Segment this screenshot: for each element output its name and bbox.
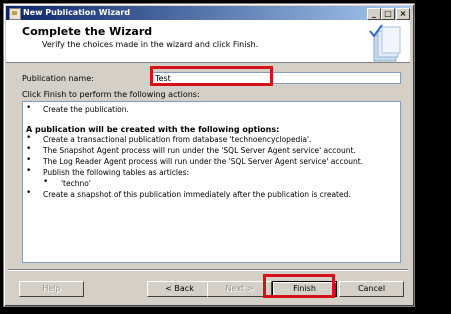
summary-option: Create a transactional publication from … [43, 135, 312, 144]
bullet-icon: • [26, 133, 32, 143]
wizard-window: New Publication Wizard _ □ × Complete th… [3, 3, 415, 307]
page-title: Complete the Wizard [22, 25, 153, 38]
highlight-publication-name [150, 66, 273, 86]
help-button[interactable]: Help [19, 281, 84, 297]
summary-option: The Snapshot Agent process will run unde… [43, 146, 356, 155]
window-title: New Publication Wizard [23, 8, 131, 17]
bullet-icon: • [26, 155, 32, 165]
back-button[interactable]: < Back [147, 281, 212, 297]
bullet-icon: • [26, 166, 32, 176]
bullet-icon: • [43, 177, 49, 187]
bullet-icon: • [26, 144, 32, 154]
summary-option: Create a snapshot of this publication im… [43, 190, 351, 199]
page-subtitle: Verify the choices made in the wizard an… [42, 40, 259, 49]
summary-suboption: 'techno' [61, 179, 91, 188]
wizard-header: Complete the Wizard Verify the choices m… [6, 20, 410, 63]
bullet-icon: • [26, 188, 32, 198]
minimize-button[interactable]: _ [367, 8, 381, 20]
wizard-graphic-icon [369, 24, 401, 62]
actions-label: Click Finish to perform the following ac… [22, 90, 200, 99]
summary-heading: A publication will be created with the f… [26, 125, 280, 134]
summary-option: Publish the following tables as articles… [43, 168, 190, 177]
close-button[interactable]: × [396, 8, 410, 20]
summary-panel[interactable]: • Create the publication. A publication … [22, 101, 401, 263]
cancel-button[interactable]: Cancel [339, 281, 404, 297]
bullet-icon: • [26, 103, 32, 113]
footer-divider [8, 269, 408, 271]
app-icon [9, 8, 21, 20]
summary-line: Create the publication. [43, 105, 129, 114]
publication-name-label: Publication name: [22, 74, 94, 83]
title-bar[interactable]: New Publication Wizard _ □ × [6, 6, 410, 20]
summary-option: The Log Reader Agent process will run un… [43, 157, 364, 166]
maximize-button[interactable]: □ [381, 8, 395, 20]
highlight-finish-button [263, 274, 335, 298]
